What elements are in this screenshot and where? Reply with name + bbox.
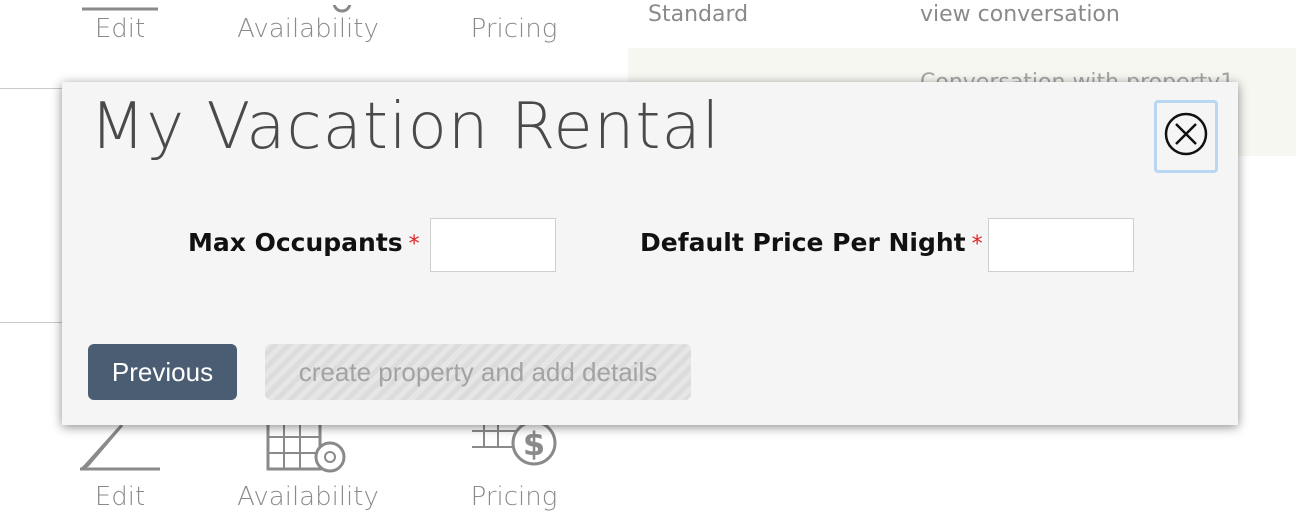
calendar-gear-icon[interactable]: [266, 419, 354, 475]
required-marker: *: [971, 232, 983, 257]
max-occupants-label: Max Occupants *: [188, 228, 420, 257]
max-occupants-input[interactable]: [430, 218, 556, 272]
calendar-dollar-icon[interactable]: $: [470, 420, 562, 469]
create-property-button[interactable]: create property and add details: [265, 344, 691, 400]
close-circle-icon: [1163, 111, 1209, 162]
modal-title: My Vacation Rental: [90, 90, 721, 164]
default-price-input[interactable]: [988, 218, 1134, 272]
default-price-label: Default Price Per Night *: [640, 228, 983, 257]
availability-action-top[interactable]: Availability: [232, 14, 384, 44]
calendar-gear-icon: [330, 0, 354, 13]
required-marker: *: [408, 232, 420, 257]
pencil-icon: [80, 0, 160, 11]
max-occupants-label-text: Max Occupants: [188, 228, 403, 257]
edit-action-top[interactable]: Edit: [80, 14, 160, 44]
previous-button[interactable]: Previous: [88, 344, 237, 400]
property-modal: My Vacation Rental Max Occupants * Defaul…: [62, 82, 1238, 425]
default-price-label-text: Default Price Per Night: [640, 228, 966, 257]
view-conversation-link[interactable]: view conversation: [920, 2, 1120, 27]
pencil-icon[interactable]: [78, 423, 162, 471]
svg-text:$: $: [523, 425, 545, 463]
pricing-action-top[interactable]: Pricing: [460, 14, 568, 44]
plan-label: Standard: [648, 2, 749, 27]
close-button[interactable]: [1154, 100, 1218, 173]
